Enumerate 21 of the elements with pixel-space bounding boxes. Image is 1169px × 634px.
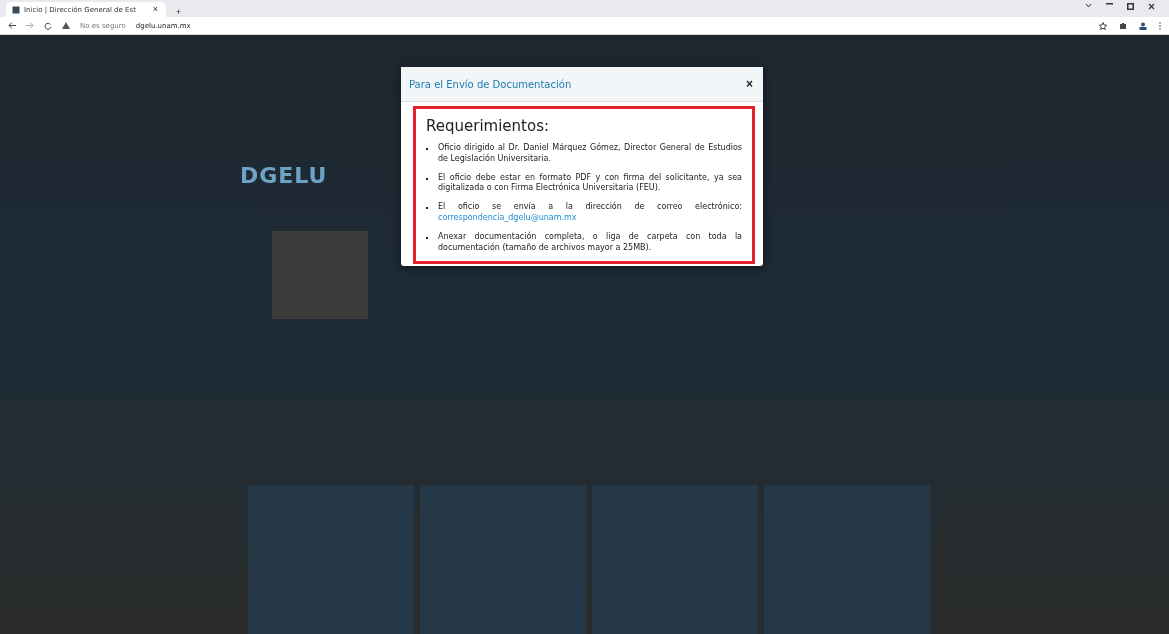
site-brand: DGELU	[240, 163, 328, 188]
close-icon[interactable]	[1148, 3, 1155, 10]
page-icon	[12, 5, 20, 14]
warning-icon	[62, 22, 70, 29]
requirements-heading: Requerimientos:	[426, 117, 550, 135]
modal-title: Para el Envío de Documentación	[409, 78, 572, 90]
minimize-icon[interactable]	[1106, 3, 1113, 5]
requirement-text: El oficio se envía a la dirección de correo electrónico: correspondencia_dgelu@unam.mx	[438, 202, 742, 224]
new-tab-button[interactable]: +	[174, 8, 184, 17]
star-icon[interactable]	[1099, 21, 1107, 30]
chevron-down-icon[interactable]	[1085, 3, 1092, 8]
close-button[interactable]: ×	[746, 77, 753, 91]
tab-close-button[interactable]: ×	[150, 5, 160, 14]
restore-icon[interactable]	[1127, 3, 1134, 10]
requirement-text: Oficio dirigido al Dr. Daniel Márquez Gómez, Director General de Estudios de Legislación Universitaria.	[438, 143, 742, 165]
back-arrow-icon[interactable]	[8, 22, 16, 29]
requirement-text: El oficio debe estar en formato PDF y con firma del solicitante, ya sea digitalizada o con Firma Electrónica Universitaria (FEU).	[438, 172, 742, 195]
requirement-text: Anexar documentación completa, o liga de carpeta con toda la documentación (tamaño de archivos mayor a 25MB).	[438, 231, 742, 254]
profile-icon[interactable]	[1139, 21, 1147, 30]
reload-icon[interactable]	[44, 21, 52, 30]
email-link[interactable]: correspondencia_dgelu@unam.mx	[438, 213, 577, 222]
